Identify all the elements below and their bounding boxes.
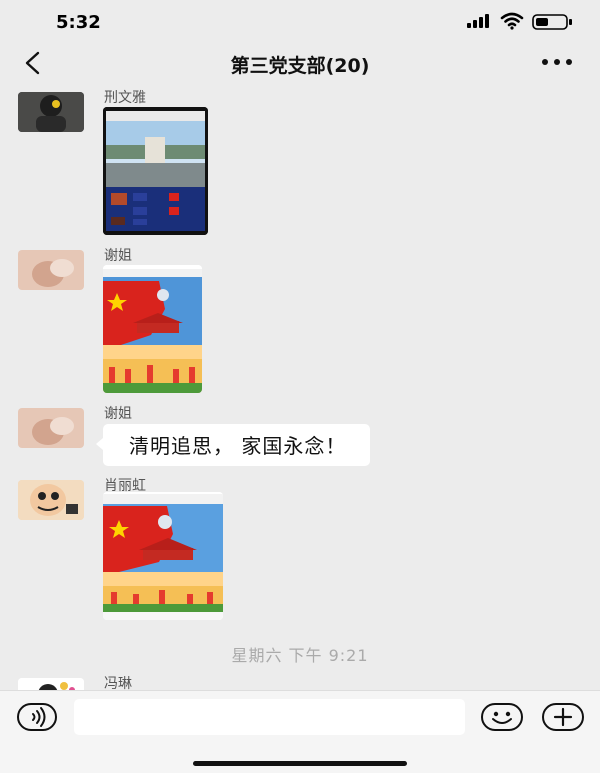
chat-header: 第三党支部(20) (0, 44, 600, 82)
avatar[interactable] (18, 250, 84, 290)
status-time: 5:32 (56, 12, 101, 33)
image-message[interactable] (103, 107, 208, 235)
voice-icon[interactable] (17, 703, 57, 731)
plus-icon[interactable] (542, 703, 584, 731)
sender-name: 冯琳 (104, 676, 132, 690)
signal-icon (467, 14, 489, 28)
text-message[interactable]: 清明追思， 家国永念！ (95, 424, 371, 466)
image-message[interactable] (103, 492, 223, 620)
battery-icon (532, 14, 572, 30)
sender-name: 刑文雅 (104, 90, 146, 106)
system-timestamp: 星期六 下午 9:21 (231, 646, 369, 665)
image-message[interactable] (103, 265, 202, 393)
status-bar: 5:32 (0, 0, 600, 44)
more-options-button[interactable] (540, 56, 574, 68)
emoji-icon[interactable] (481, 703, 523, 731)
home-indicator (193, 761, 407, 766)
avatar[interactable] (18, 678, 84, 690)
message-input[interactable] (74, 699, 465, 735)
sender-name: 谢姐 (104, 406, 132, 422)
sender-name: 谢姐 (104, 248, 132, 264)
chat-title: 第三党支部(20) (230, 55, 370, 77)
avatar[interactable] (18, 92, 84, 132)
avatar[interactable] (18, 480, 84, 520)
wifi-icon (500, 12, 524, 30)
input-bar (0, 690, 600, 773)
avatar[interactable] (18, 408, 84, 448)
message-list[interactable]: 刑文雅 谢姐 谢姐 清明追思， 家国永念！ 肖丽虹 星期六 下午 9:21 冯琳 (0, 82, 600, 690)
